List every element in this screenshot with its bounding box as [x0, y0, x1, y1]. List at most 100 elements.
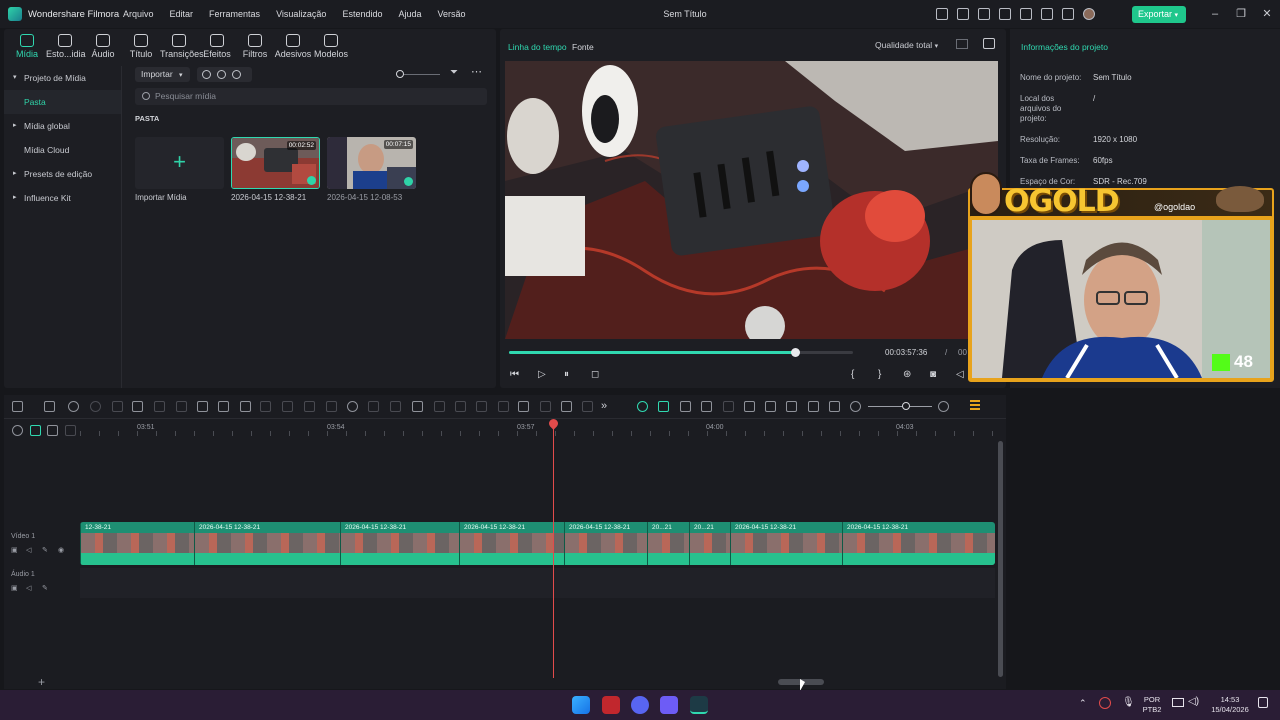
- zoom-out-icon[interactable]: [850, 401, 861, 412]
- split-screen-icon[interactable]: [498, 401, 509, 412]
- mic-record-icon[interactable]: [765, 401, 776, 412]
- audio-track[interactable]: [80, 568, 995, 598]
- scissors-icon[interactable]: [132, 401, 143, 412]
- menu-arquivo[interactable]: Arquivo: [123, 0, 154, 28]
- import-media-tile[interactable]: +: [135, 137, 224, 189]
- mask-icon[interactable]: [260, 401, 271, 412]
- motion-icon[interactable]: [368, 401, 379, 412]
- track-settings-icon[interactable]: [12, 425, 23, 436]
- playhead[interactable]: [553, 420, 554, 678]
- stabilize-icon[interactable]: [304, 401, 315, 412]
- snap-icon[interactable]: [658, 401, 669, 412]
- sidebar-item-pasta[interactable]: Pasta: [4, 90, 121, 114]
- timeline-clip[interactable]: 2026-04-15 12-38-21: [564, 522, 647, 565]
- timer-icon[interactable]: [390, 401, 401, 412]
- quality-dropdown[interactable]: Qualidade total ▾: [875, 40, 938, 50]
- timeline-clip[interactable]: 20...21: [647, 522, 689, 565]
- menu-ferramentas[interactable]: Ferramentas: [209, 0, 260, 28]
- ai-portrait-icon[interactable]: [412, 401, 423, 412]
- media-thumb-2[interactable]: 00:07:15: [327, 137, 416, 189]
- tab-templates[interactable]: Modelos: [312, 32, 350, 59]
- tab-effects[interactable]: Efeitos: [198, 32, 236, 59]
- export-button[interactable]: Exportar ▾: [1132, 6, 1186, 23]
- tray-language[interactable]: POR: [1138, 695, 1166, 704]
- audio-fx-icon[interactable]: [455, 401, 466, 412]
- audio-lock-icon[interactable]: ▣: [11, 584, 18, 592]
- menu-versao[interactable]: Versão: [438, 0, 466, 28]
- timeline-clip[interactable]: 2026-04-15 12-38-21: [340, 522, 459, 565]
- zoom-in-icon[interactable]: [938, 401, 949, 412]
- auto-reframe-icon[interactable]: [347, 401, 358, 412]
- text-ai-icon[interactable]: [218, 401, 229, 412]
- record-screen-icon[interactable]: [202, 70, 211, 79]
- support-icon[interactable]: [978, 8, 990, 20]
- gift-icon[interactable]: [936, 8, 948, 20]
- previous-frame-icon[interactable]: ⏮: [510, 369, 519, 380]
- more-tools-icon[interactable]: »: [601, 400, 607, 412]
- scene-detect-icon[interactable]: [680, 401, 691, 412]
- tab-timeline-preview[interactable]: Linha do tempo: [508, 42, 567, 52]
- progress-handle[interactable]: [790, 348, 800, 357]
- keyframe-icon[interactable]: [476, 401, 487, 412]
- start-windows-icon[interactable]: [572, 696, 590, 714]
- zoom-slider[interactable]: [396, 70, 440, 78]
- tray-chevron-icon[interactable]: ⌃: [1079, 698, 1087, 709]
- render-icon[interactable]: ⊛: [903, 369, 911, 380]
- crop-icon[interactable]: [154, 401, 165, 412]
- sidebar-item-influence-kit[interactable]: ▸ Influence Kit: [4, 186, 121, 210]
- undo-icon[interactable]: [68, 401, 79, 412]
- discord-icon[interactable]: [631, 696, 649, 714]
- marker-icon[interactable]: [723, 401, 734, 412]
- filmora-taskbar-icon[interactable]: [690, 696, 708, 714]
- layout-icon[interactable]: [999, 8, 1011, 20]
- download-icon[interactable]: [1062, 8, 1074, 20]
- send-icon[interactable]: [957, 8, 969, 20]
- preview-video-frame[interactable]: [505, 61, 998, 339]
- volume-icon[interactable]: ◁: [956, 369, 964, 380]
- track-manager-icon[interactable]: [47, 425, 58, 436]
- timeline-clip[interactable]: 2026-04-15 12-38-21: [459, 522, 564, 565]
- sidebar-item-projeto-midia[interactable]: ▾ Projeto de Mídia: [4, 66, 121, 90]
- audio-wand-icon[interactable]: ✎: [42, 584, 48, 592]
- color-icon[interactable]: [282, 401, 293, 412]
- redo-icon[interactable]: [90, 401, 101, 412]
- ai-effects-icon[interactable]: [582, 401, 593, 412]
- tray-keyboard-layout[interactable]: PTB2: [1138, 705, 1166, 714]
- wand-icon[interactable]: ✎: [42, 546, 48, 554]
- delete-icon[interactable]: [112, 401, 123, 412]
- tray-mic-icon[interactable]: 🎙: [1122, 697, 1135, 708]
- tab-transitions[interactable]: Transições: [160, 32, 204, 59]
- text-tool-icon[interactable]: [197, 401, 208, 412]
- snapshot-image-icon[interactable]: [983, 38, 995, 49]
- background-icon[interactable]: [434, 401, 445, 412]
- tray-sync-icon[interactable]: [1099, 697, 1111, 709]
- preview-progress-bar[interactable]: [509, 348, 853, 357]
- avatar[interactable]: [1083, 8, 1095, 20]
- audio-speaker-icon[interactable]: ◁: [26, 584, 31, 592]
- more-options-icon[interactable]: ⋯: [471, 65, 482, 78]
- tab-stock-media[interactable]: Esto...idia: [46, 32, 86, 59]
- mark-in-icon[interactable]: {: [851, 369, 854, 380]
- menu-visualizacao[interactable]: Visualização: [276, 0, 326, 28]
- grid-view-icon[interactable]: [956, 39, 968, 49]
- app-voicemod-icon[interactable]: [602, 696, 620, 714]
- audio-mixer-icon[interactable]: [786, 401, 797, 412]
- pause-icon[interactable]: ⏸: [564, 369, 569, 380]
- import-button[interactable]: Importar ▾: [135, 67, 190, 82]
- add-track-icon[interactable]: +: [38, 675, 45, 689]
- webcam-icon[interactable]: [232, 70, 241, 79]
- tab-filters[interactable]: Filtros: [236, 32, 274, 59]
- tab-audio[interactable]: Áudio: [84, 32, 122, 59]
- camera-icon[interactable]: ◙: [930, 369, 936, 380]
- menu-ajuda[interactable]: Ajuda: [398, 0, 421, 28]
- network-icon[interactable]: [1172, 698, 1184, 707]
- menu-estendido[interactable]: Estendido: [342, 0, 382, 28]
- sticker-tool-icon[interactable]: [701, 401, 712, 412]
- media-thumb-1[interactable]: 00:02:52: [231, 137, 320, 189]
- tab-stickers[interactable]: Adesivos: [274, 32, 312, 59]
- menu-editar[interactable]: Editar: [170, 0, 194, 28]
- fit-icon[interactable]: [829, 401, 840, 412]
- play-icon[interactable]: ▷: [538, 369, 546, 380]
- sync-icon[interactable]: [1041, 8, 1053, 20]
- close-icon[interactable]: ✕: [1252, 0, 1280, 28]
